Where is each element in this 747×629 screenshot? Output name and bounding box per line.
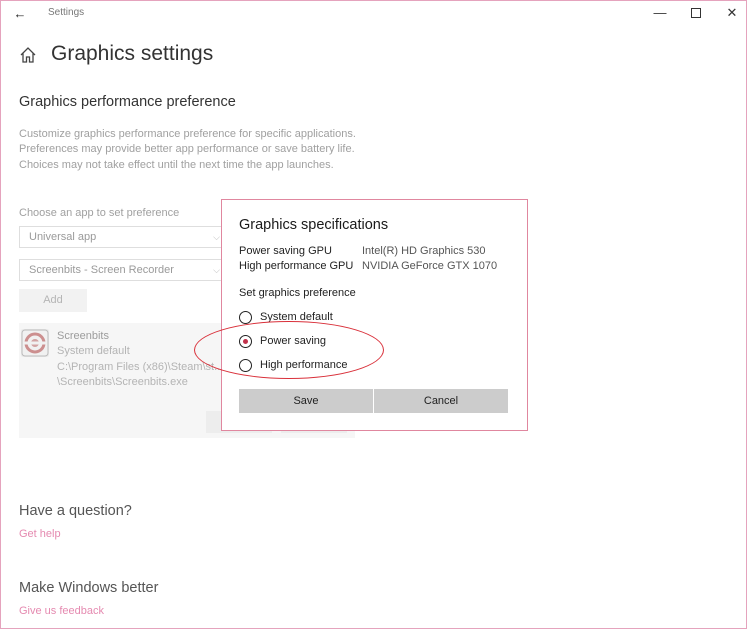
spec-row: Power saving GPU Intel(R) HD Graphics 530 [239,245,486,257]
cancel-button[interactable]: Cancel [374,389,508,413]
close-button[interactable]: ✕ [714,1,747,27]
home-icon[interactable] [18,45,38,65]
chevron-down-icon: ⌵ [213,265,220,275]
spec-label: High performance GPU [239,260,354,272]
radio-button[interactable] [239,311,252,324]
save-button[interactable]: Save [239,389,373,413]
app-name: Screenbits [57,330,109,342]
choose-app-label: Choose an app to set preference [19,207,180,219]
radio-button[interactable] [239,359,252,372]
settings-window: ← Settings — ✕ Graphics settings Graphic… [0,0,747,629]
title-bar: ← Settings — ✕ [1,1,746,27]
radio-label: System default [260,311,333,323]
dialog-title: Graphics specifications [239,217,389,233]
spec-label: Power saving GPU [239,245,332,257]
app-path: C:\Program Files (x86)\Steam\st... \Scre… [57,361,224,388]
feedback-link[interactable]: Give us feedback [19,605,104,617]
radio-label: Power saving [260,335,327,347]
spec-row: High performance GPU NVIDIA GeForce GTX 1… [239,260,497,272]
app-type-dropdown-value: Universal app [29,231,97,243]
question-heading: Have a question? [19,503,132,519]
minimize-button[interactable]: — [642,1,678,27]
app-select-dropdown[interactable]: Screenbits - Screen Recorder ⌵ [19,259,229,281]
page-title: Graphics settings [51,42,214,65]
section-title: Graphics performance preference [19,94,236,110]
spec-value: Intel(R) HD Graphics 530 [362,245,486,257]
feedback-heading: Make Windows better [19,580,159,596]
radio-button-selected[interactable] [239,335,252,348]
radio-label: High performance [260,359,348,371]
chevron-down-icon: ⌵ [213,232,220,242]
maximize-icon [691,7,701,18]
back-arrow-icon[interactable]: ← [11,5,29,23]
spec-value: NVIDIA GeForce GTX 1070 [362,260,498,272]
app-preference: System default [57,345,130,357]
app-select-dropdown-value: Screenbits - Screen Recorder [29,264,174,276]
get-help-link[interactable]: Get help [19,528,61,540]
app-type-dropdown[interactable]: Universal app ⌵ [19,226,229,248]
screenbits-app-icon [21,329,49,357]
set-preference-label: Set graphics preference [239,287,356,299]
add-button[interactable]: Add [19,289,87,312]
maximize-button[interactable] [678,1,714,27]
graphics-spec-dialog: Graphics specifications Power saving GPU… [221,199,528,431]
section-description: Customize graphics performance preferenc… [19,128,356,171]
app-title: Settings [48,7,85,18]
